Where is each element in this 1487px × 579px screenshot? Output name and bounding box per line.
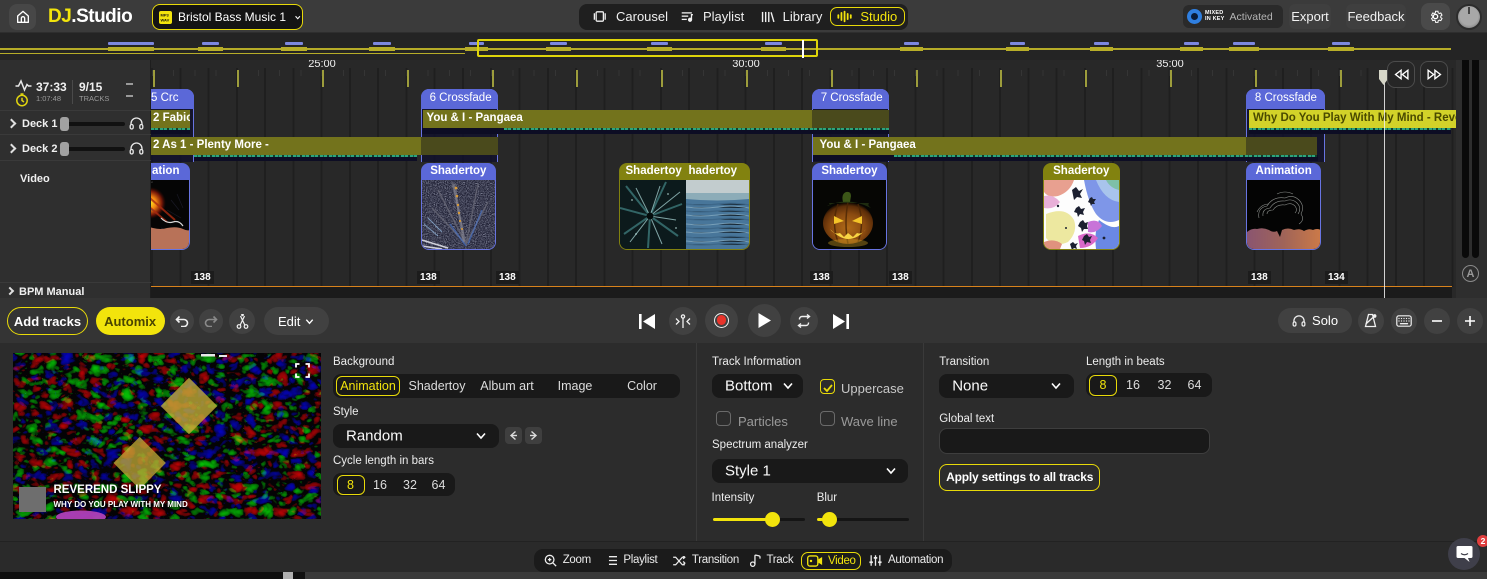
svg-text:WAV: WAV [161,17,170,22]
